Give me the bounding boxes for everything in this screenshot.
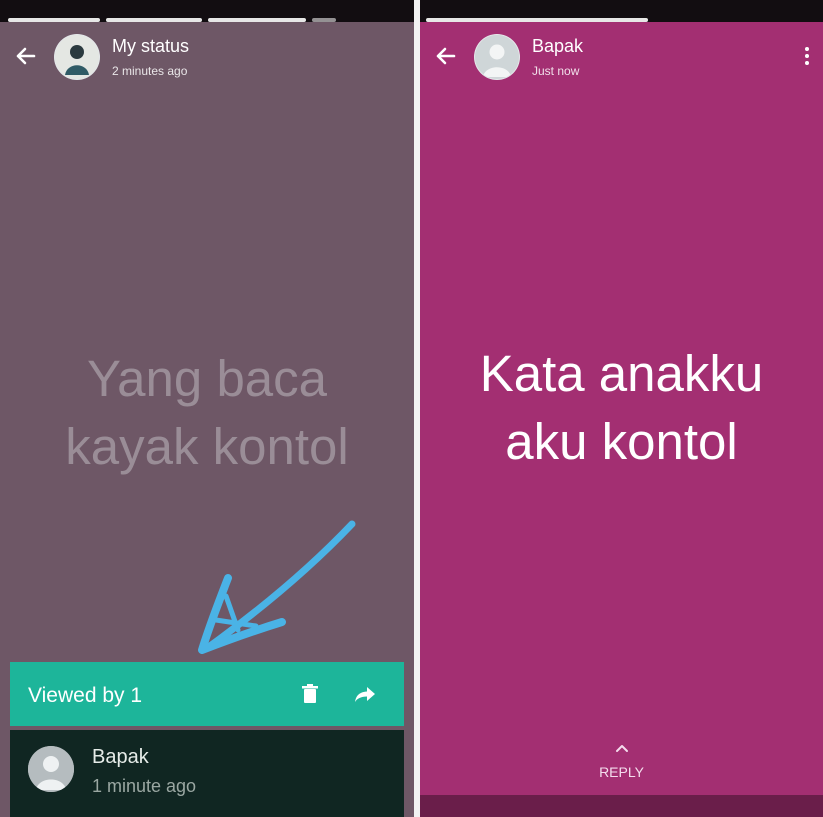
- viewed-by-label: Viewed by 1: [28, 684, 143, 707]
- my-status-viewer: My status 2 minutes ago Yang baca kayak …: [0, 0, 414, 817]
- status-owner-name: Bapak: [532, 36, 584, 56]
- status-header: My status 2 minutes ago: [0, 26, 414, 86]
- back-arrow-icon[interactable]: [10, 40, 42, 72]
- viewer-name: Bapak: [92, 746, 149, 768]
- viewer-time: 1 minute ago: [92, 776, 197, 796]
- reply-button[interactable]: REPLY: [420, 764, 823, 780]
- viewed-by-bar[interactable]: Viewed by 1: [10, 662, 404, 726]
- progress-segment: [8, 18, 100, 22]
- person-icon: [28, 746, 74, 792]
- more-options-icon[interactable]: [803, 44, 811, 68]
- status-owner-name: My status: [112, 36, 190, 56]
- delete-icon[interactable]: [300, 684, 320, 704]
- status-text-line: kayak kontol: [65, 418, 349, 475]
- status-text-line: aku kontol: [505, 413, 738, 470]
- bottom-shade: [420, 795, 823, 817]
- avatar[interactable]: [54, 34, 100, 80]
- status-time: Just now: [532, 64, 580, 78]
- progress-segment: [426, 18, 648, 22]
- person-icon: [55, 35, 99, 79]
- status-text: Yang baca kayak kontol: [0, 345, 414, 481]
- status-text: Kata anakku aku kontol: [420, 340, 823, 476]
- back-arrow-icon[interactable]: [430, 40, 462, 72]
- viewer-list-item[interactable]: Bapak 1 minute ago: [10, 730, 404, 817]
- status-text-line: Yang baca: [86, 350, 328, 407]
- status-text-line: Kata anakku: [479, 345, 764, 402]
- forward-icon[interactable]: [354, 684, 376, 704]
- avatar[interactable]: [474, 34, 520, 80]
- person-icon: [475, 35, 519, 79]
- progress-segment: [312, 18, 336, 22]
- chevron-up-icon[interactable]: [614, 742, 630, 754]
- progress-segment: [208, 18, 306, 22]
- status-header: Bapak Just now: [420, 26, 823, 86]
- status-time: 2 minutes ago: [112, 64, 188, 78]
- progress-segment: [106, 18, 202, 22]
- drawn-arrow-icon: [198, 520, 356, 654]
- contact-status-viewer: Bapak Just now Kata anakku aku kontol RE…: [420, 0, 823, 817]
- viewer-avatar: [28, 746, 74, 792]
